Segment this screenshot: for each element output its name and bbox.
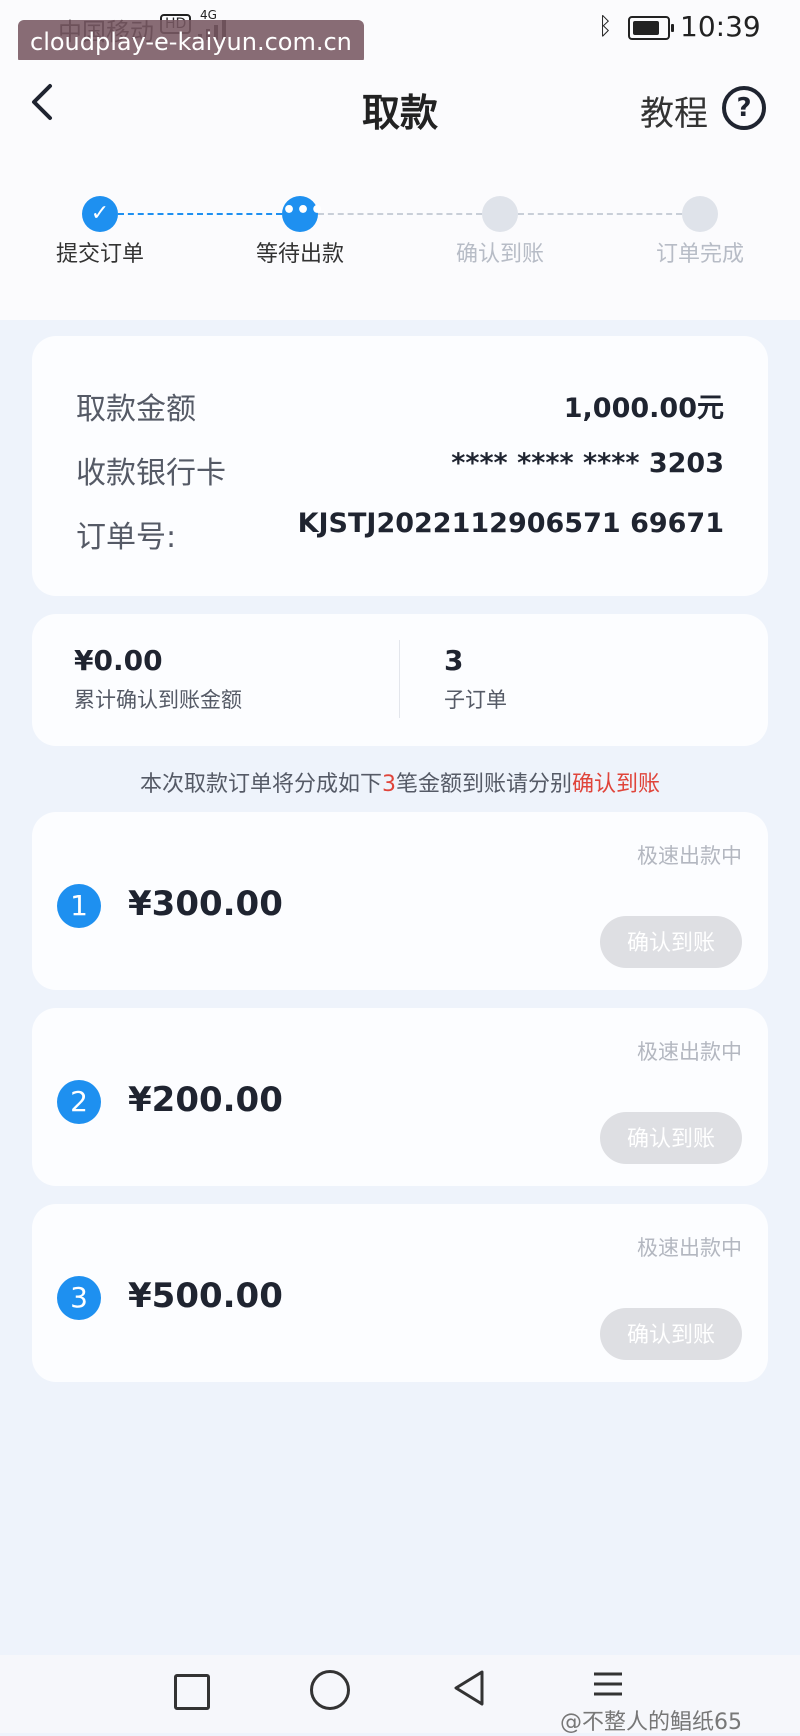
confirm-receipt-button[interactable]: 确认到账 [600, 1308, 742, 1360]
step-4-dot-icon [682, 196, 718, 232]
progress-line-2 [318, 213, 482, 215]
progress-line-3 [518, 213, 682, 215]
sub-order-index: 1 [57, 884, 101, 928]
step-1-check-icon: ✓ [82, 196, 118, 232]
sub-order-amount: ¥200.00 [128, 1080, 283, 1120]
step-2-pending-icon: ••• [282, 196, 324, 232]
withdrawal-details-card: 取款金额 1,000.00元 收款银行卡 **** **** **** 3203… [32, 336, 768, 596]
tutorial-link[interactable]: 教程 [640, 86, 708, 135]
sub-order-card: 极速出款中 2 ¥200.00 确认到账 [32, 1008, 768, 1186]
nav-back-icon[interactable] [450, 1668, 486, 1708]
sub-order-status: 极速出款中 [637, 1040, 742, 1064]
notice-prefix: 本次取款订单将分成如下 [139, 772, 382, 797]
amount-value: 1,000.00元 [563, 393, 724, 424]
confirm-receipt-button[interactable]: 确认到账 [600, 1112, 742, 1164]
recent-apps-icon[interactable] [174, 1674, 210, 1710]
summary-card [32, 614, 768, 746]
progress-line-1 [118, 213, 282, 215]
notice-count: 3 [381, 772, 396, 797]
bank-card-label: 收款银行卡 [76, 456, 226, 491]
step-3-label: 确认到账 [455, 242, 544, 267]
home-icon[interactable] [310, 1670, 350, 1710]
help-icon[interactable]: ? [722, 86, 766, 130]
sub-orders-label: 子订单 [444, 688, 507, 712]
sub-order-card: 极速出款中 3 ¥500.00 确认到账 [32, 1204, 768, 1382]
summary-divider [399, 640, 400, 718]
sub-order-index: 2 [57, 1080, 101, 1124]
sub-order-amount: ¥300.00 [128, 884, 283, 924]
split-notice: 本次取款订单将分成如下3笔金额到账请分别确认到账 [0, 766, 800, 798]
bluetooth-icon: ᛒ [598, 12, 613, 40]
confirmed-amount: ¥0.00 [74, 644, 163, 677]
url-watermark: cloudplay-e-kaiyun.com.cn [18, 20, 364, 64]
order-number-label: 订单号: [76, 520, 177, 555]
sub-order-status: 极速出款中 [637, 1236, 742, 1260]
amount-label: 取款金额 [76, 392, 196, 427]
step-4-label: 订单完成 [655, 242, 744, 267]
sub-order-card: 极速出款中 1 ¥300.00 确认到账 [32, 812, 768, 990]
menu-icon[interactable] [592, 1670, 624, 1700]
step-2-label: 等待出款 [255, 242, 344, 267]
source-watermark: @不整人的鲳纸65 [560, 1710, 742, 1735]
battery-icon [628, 16, 674, 40]
sub-orders-count: 3 [444, 644, 464, 677]
notice-middle: 笔金额到账请分别 [395, 772, 572, 797]
sub-order-amount: ¥500.00 [128, 1276, 283, 1316]
order-number-value: KJSTJ2022112906571 69671 [297, 508, 724, 539]
confirm-receipt-button[interactable]: 确认到账 [600, 916, 742, 968]
bank-card-value: **** **** **** 3203 [451, 448, 724, 479]
step-1-label: 提交订单 [55, 242, 144, 267]
sub-order-index: 3 [57, 1276, 101, 1320]
clock: 10:39 [680, 10, 761, 43]
notice-confirm-link[interactable]: 确认到账 [572, 772, 660, 797]
sub-order-status: 极速出款中 [637, 844, 742, 868]
confirmed-amount-label: 累计确认到账金额 [74, 688, 242, 712]
step-3-dot-icon [482, 196, 518, 232]
